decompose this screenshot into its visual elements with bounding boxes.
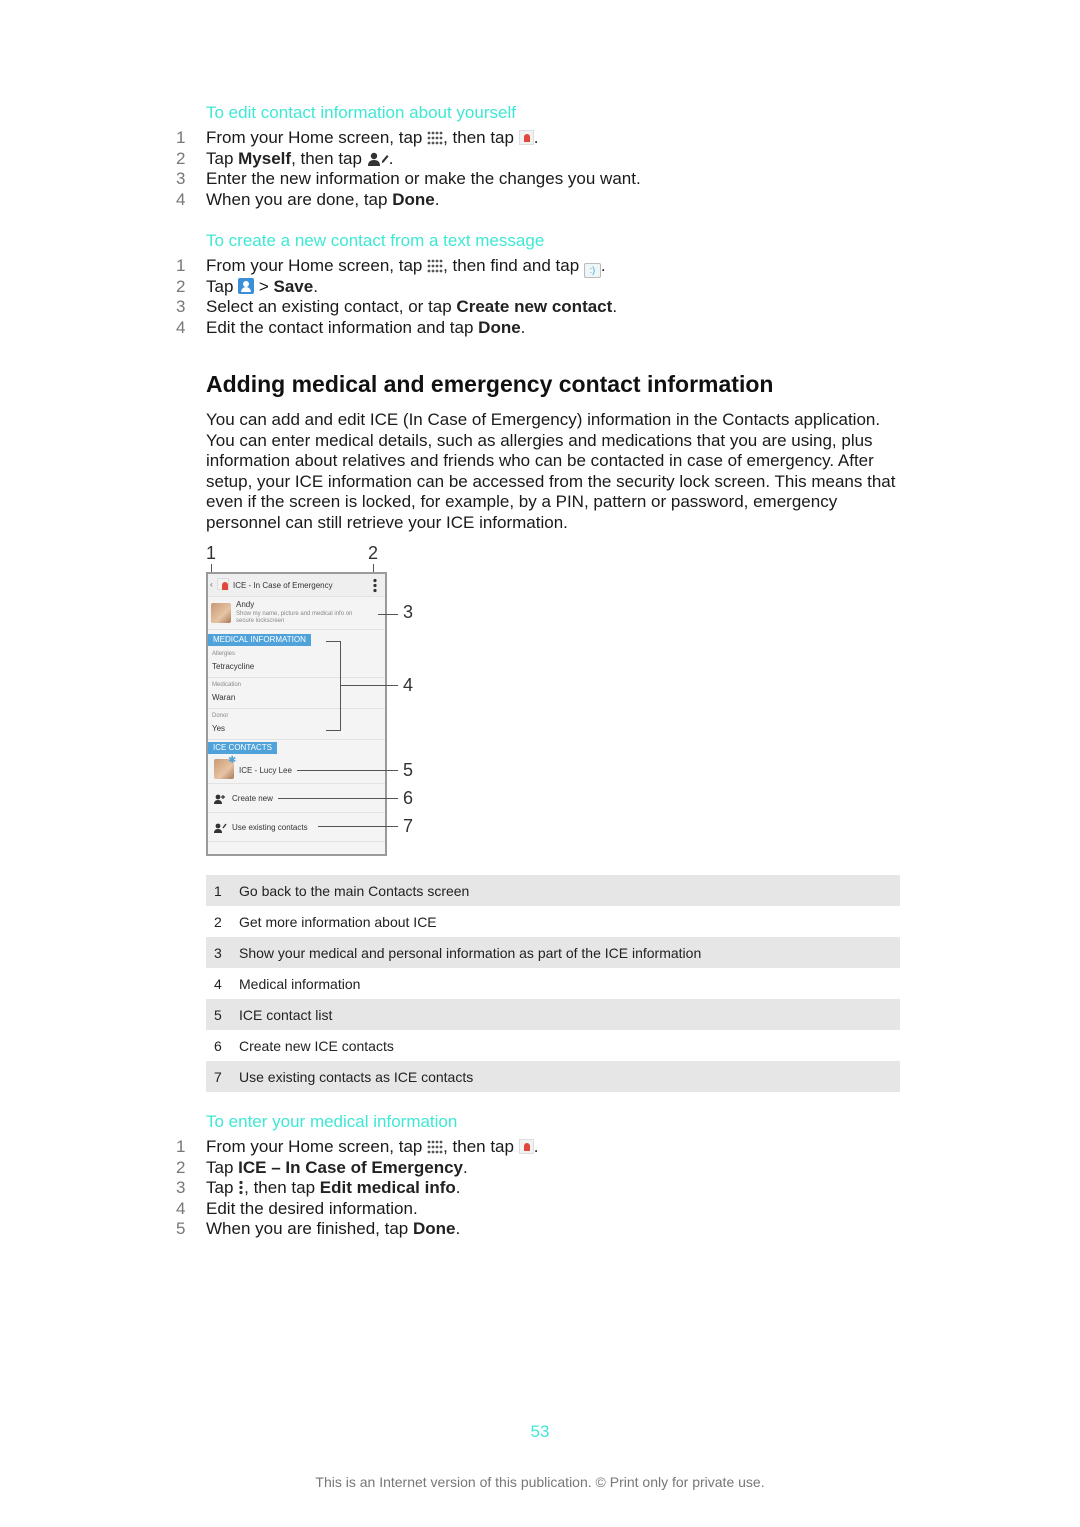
callout-4: 4 bbox=[403, 675, 414, 695]
callout-6: 6 bbox=[403, 788, 414, 808]
step: 4 Edit the desired information. bbox=[176, 1198, 418, 1218]
apps-grid-icon bbox=[427, 131, 443, 145]
contacts-app-icon bbox=[217, 578, 229, 590]
owner-avatar bbox=[211, 603, 231, 623]
apps-grid-icon bbox=[427, 259, 443, 273]
intro-paragraph: You can add and edit ICE (In Case of Eme… bbox=[206, 410, 896, 532]
leader-line-6 bbox=[278, 798, 398, 799]
ice-contacts-header: ICE CONTACTS bbox=[208, 742, 277, 754]
subheading-edit-yourself: To edit contact information about yourse… bbox=[206, 103, 516, 122]
legend-row: 2 Get more information about ICE bbox=[214, 913, 437, 930]
step: 3 Select an existing contact, or tap Crea… bbox=[176, 297, 618, 316]
field-row[interactable]: Allergies Tetracycline bbox=[208, 647, 385, 678]
legend-row: 6 Create new ICE contacts bbox=[214, 1037, 394, 1054]
callout-7: 7 bbox=[403, 816, 414, 836]
step: 2 Tap > Save. bbox=[176, 276, 318, 296]
apps-grid-icon bbox=[427, 1140, 443, 1154]
legend-row: 1 Go back to the main Contacts screen bbox=[206, 875, 900, 906]
subheading-enter-medical-info: To enter your medical information bbox=[206, 1112, 458, 1131]
ice-screen-figure: 1 2 3 4 5 6 7 ‹ ICE - In Case of Emergen… bbox=[200, 540, 430, 865]
step: 1 From your Home screen, tap , then tap . bbox=[176, 128, 539, 147]
subheading-create-from-message: To create a new contact from a text mess… bbox=[206, 231, 545, 250]
steps-edit-yourself: 1 From your Home screen, tap , then tap .… bbox=[176, 128, 641, 210]
callout-2: 2 bbox=[368, 543, 379, 563]
add-contact-icon bbox=[238, 277, 255, 294]
medical-information-header: MEDICAL INFORMATION bbox=[208, 634, 311, 646]
step: 2 Tap Myself, then tap . bbox=[176, 148, 394, 168]
add-person-icon bbox=[214, 794, 225, 804]
use-existing-row[interactable]: Use existing contacts bbox=[208, 813, 385, 842]
leader-line-7 bbox=[318, 826, 398, 827]
link-person-icon bbox=[214, 823, 227, 833]
star-badge-icon: ✱ bbox=[228, 755, 237, 766]
contacts-app-icon bbox=[518, 130, 534, 145]
back-arrow-icon[interactable]: ‹ bbox=[210, 580, 213, 589]
step: 5 When you are finished, tap Done. bbox=[176, 1219, 461, 1238]
screen-title: ICE - In Case of Emergency bbox=[233, 581, 333, 590]
phone-screen: ‹ ICE - In Case of Emergency Andy Show m… bbox=[206, 572, 387, 856]
legend-row: 4 Medical information bbox=[214, 975, 361, 992]
legend-row: 7 Use existing contacts as ICE contacts bbox=[206, 1061, 900, 1092]
owner-name: Andy bbox=[236, 600, 255, 609]
leader-line-3 bbox=[378, 614, 398, 615]
legend-row: 5 ICE contact list bbox=[206, 999, 900, 1030]
legend-row: 3 Show your medical and personal informat… bbox=[206, 937, 900, 968]
step: 3 Tap , then tap Edit medical info. bbox=[176, 1178, 461, 1197]
step: 4 Edit the contact information and tap Do… bbox=[176, 317, 526, 337]
leader-line-4 bbox=[341, 685, 398, 686]
page-number: 53 bbox=[530, 1422, 550, 1441]
step: 1 From your Home screen, tap , then tap . bbox=[176, 1137, 539, 1156]
steps-enter-medical-info: 1 From your Home screen, tap , then tap .… bbox=[176, 1137, 538, 1240]
callout-5: 5 bbox=[403, 760, 414, 780]
field-row[interactable]: Medication Waran bbox=[208, 678, 385, 709]
more-menu-icon[interactable] bbox=[372, 578, 378, 593]
step: 2 Tap ICE – In Case of Emergency. bbox=[176, 1157, 468, 1177]
owner-row[interactable]: Andy Show my name, picture and medical i… bbox=[208, 597, 385, 630]
action-bar: ‹ ICE - In Case of Emergency bbox=[208, 574, 385, 597]
steps-create-from-message: 1 From your Home screen, tap , then find … bbox=[176, 256, 617, 338]
footer-notice: This is an Internet version of this publ… bbox=[315, 1474, 765, 1490]
leader-line-5 bbox=[297, 770, 398, 771]
callout-legend-table: 1 Go back to the main Contacts screen 2 Ge… bbox=[206, 875, 900, 1092]
callout-1: 1 bbox=[206, 543, 217, 563]
edit-contact-icon bbox=[367, 152, 389, 166]
bracket-medical bbox=[326, 641, 341, 731]
field-row[interactable]: Donor Yes bbox=[208, 709, 385, 740]
step: 1 From your Home screen, tap , then find … bbox=[176, 256, 617, 278]
callout-3: 3 bbox=[403, 602, 414, 622]
contacts-app-icon bbox=[518, 1139, 534, 1154]
step: 3 Enter the new information or make the c… bbox=[176, 169, 641, 188]
section-title: Adding medical and emergency contact inf… bbox=[206, 371, 774, 397]
messaging-app-icon: :) bbox=[583, 263, 601, 278]
step: 4 When you are done, tap Done. bbox=[176, 189, 440, 209]
